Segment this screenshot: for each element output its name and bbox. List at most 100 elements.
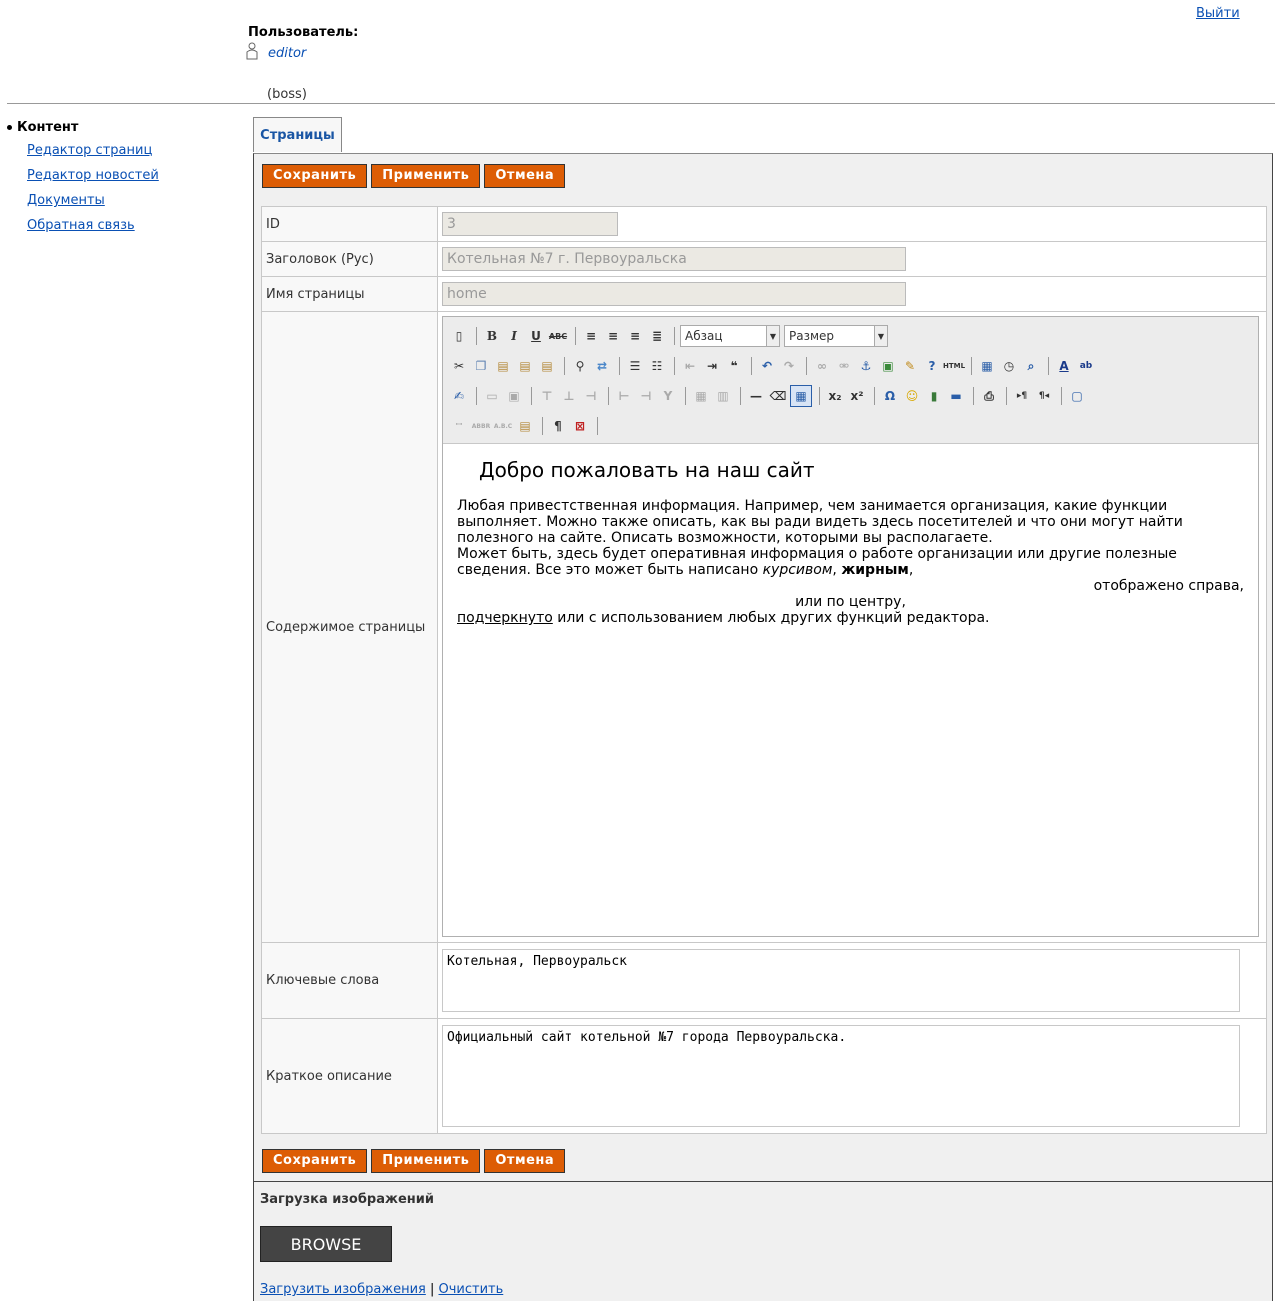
ltr-icon[interactable]: ▸¶ xyxy=(1012,386,1032,406)
underline-icon[interactable]: U xyxy=(526,326,546,346)
sidebar-item-page-editor[interactable]: Редактор страниц xyxy=(27,143,152,158)
rtl-icon[interactable]: ¶◂ xyxy=(1034,386,1054,406)
cut-icon[interactable]: ✂ xyxy=(449,356,469,376)
content-heading: Добро пожаловать на наш сайт xyxy=(479,458,815,482)
title-field[interactable]: Котельная №7 г. Первоуральска xyxy=(442,247,906,271)
logout-link[interactable]: Выйти xyxy=(1196,6,1240,21)
id-field[interactable]: 3 xyxy=(442,212,618,236)
align-left-icon[interactable]: ≡ xyxy=(581,326,601,346)
format-select-value: Абзац xyxy=(685,329,723,343)
paste-icon[interactable]: ▤ xyxy=(493,356,513,376)
page-form: ID 3 Заголовок (Рус) Котельная №7 г. Пер… xyxy=(261,206,1267,1134)
row-after-icon[interactable]: ⊥ xyxy=(559,386,579,406)
tab-pages[interactable]: Страницы xyxy=(253,117,342,152)
delete-row-icon[interactable]: ⊣ xyxy=(581,386,601,406)
html-icon[interactable]: HTML xyxy=(943,356,965,376)
acronym-icon[interactable]: A.B.C xyxy=(493,416,513,436)
size-select-value: Размер xyxy=(789,329,835,343)
undo-icon[interactable]: ↶ xyxy=(757,356,777,376)
center-aligned-text: или по центру, xyxy=(795,594,906,610)
cancel-button[interactable]: Отмена xyxy=(484,164,566,188)
keywords-label: Ключевые слова xyxy=(261,942,438,1019)
cancel-button-bottom[interactable]: Отмена xyxy=(484,1149,566,1173)
bold-icon[interactable]: B xyxy=(482,326,502,346)
attribs-icon[interactable]: ▤ xyxy=(515,416,535,436)
media-icon[interactable]: ▮ xyxy=(924,386,944,406)
text-color-icon[interactable]: A xyxy=(1054,356,1074,376)
abbr-icon[interactable]: ABBR xyxy=(471,416,491,436)
replace-icon[interactable]: ⇄ xyxy=(592,356,612,376)
col-after-icon[interactable]: ⊣ xyxy=(636,386,656,406)
subscript-icon[interactable]: x₂ xyxy=(825,386,845,406)
outdent-icon[interactable]: ⇤ xyxy=(680,356,700,376)
insert-time-icon[interactable]: ◷ xyxy=(999,356,1019,376)
image-icon[interactable]: ▣ xyxy=(878,356,898,376)
para2-comma-end: , xyxy=(908,562,914,578)
special-char-icon[interactable]: Ω xyxy=(880,386,900,406)
strikethrough-icon[interactable]: ABC xyxy=(548,326,568,346)
anchor-icon[interactable]: ⚓ xyxy=(856,356,876,376)
sidebar-item-news-editor[interactable]: Редактор новостей xyxy=(27,168,159,183)
fullscreen-icon[interactable]: ▢ xyxy=(1067,386,1087,406)
browse-button[interactable]: BROWSE xyxy=(260,1226,392,1262)
save-button-bottom[interactable]: Сохранить xyxy=(262,1149,368,1173)
preview-icon[interactable]: ⌕ xyxy=(1021,356,1041,376)
toolbar-separator xyxy=(674,327,675,345)
clear-link[interactable]: Очистить xyxy=(439,1282,504,1297)
save-button[interactable]: Сохранить xyxy=(262,164,368,188)
keywords-field[interactable]: Котельная, Первоуральск xyxy=(442,949,1240,1012)
cite-icon[interactable]: "" xyxy=(449,416,469,436)
align-right-icon[interactable]: ≡ xyxy=(625,326,645,346)
split-cells-icon[interactable]: ▦ xyxy=(691,386,711,406)
sidebar-item-feedback[interactable]: Обратная связь xyxy=(27,218,135,233)
format-select[interactable]: Абзац ▼ xyxy=(680,325,780,347)
numbered-list-icon[interactable]: ☷ xyxy=(647,356,667,376)
table-row-props-icon[interactable]: ▭ xyxy=(482,386,502,406)
redo-icon[interactable]: ↷ xyxy=(779,356,799,376)
emoticon-icon[interactable]: ☺ xyxy=(902,386,922,406)
table-icon[interactable]: ▦ xyxy=(790,385,812,407)
page-name-field[interactable]: home xyxy=(442,282,906,306)
italic-icon[interactable]: I xyxy=(504,326,524,346)
new-document-icon[interactable]: ▯ xyxy=(449,326,469,346)
delete-col-icon[interactable]: Y xyxy=(658,386,678,406)
show-blocks-icon[interactable]: ¶ xyxy=(548,416,568,436)
col-before-icon[interactable]: ⊢ xyxy=(614,386,634,406)
indent-icon[interactable]: ⇥ xyxy=(702,356,722,376)
print-icon[interactable]: ⎙ xyxy=(979,386,999,406)
apply-button[interactable]: Применить xyxy=(371,164,481,188)
paste-word-icon[interactable]: ▤ xyxy=(537,356,557,376)
bullet-list-icon[interactable]: ☰ xyxy=(625,356,645,376)
description-field[interactable]: Официальный сайт котельной №7 города Пер… xyxy=(442,1025,1240,1127)
row-before-icon[interactable]: ⊤ xyxy=(537,386,557,406)
paste-text-icon[interactable]: ▤ xyxy=(515,356,535,376)
copy-icon[interactable]: ❐ xyxy=(471,356,491,376)
background-color-icon[interactable]: ab xyxy=(1076,356,1096,376)
user-name: editor xyxy=(268,46,307,61)
align-center-icon[interactable]: ≡ xyxy=(603,326,623,346)
find-icon[interactable]: ⚲ xyxy=(570,356,590,376)
size-select[interactable]: Размер ▼ xyxy=(784,325,888,347)
upload-images-link[interactable]: Загрузить изображения xyxy=(260,1282,426,1297)
table-cell-props-icon[interactable]: ▣ xyxy=(504,386,524,406)
merge-cells-icon[interactable]: ▥ xyxy=(713,386,733,406)
upload-title: Загрузка изображений xyxy=(260,1192,434,1207)
iframe-icon[interactable]: ▬ xyxy=(946,386,966,406)
unlink-icon[interactable]: ⚮ xyxy=(834,356,854,376)
link-icon[interactable]: ∞ xyxy=(812,356,832,376)
superscript-icon[interactable]: x² xyxy=(847,386,867,406)
insert-date-icon[interactable]: ▦ xyxy=(977,356,997,376)
help-icon[interactable]: ? xyxy=(922,356,942,376)
visual-chars-icon[interactable]: ⊠ xyxy=(570,416,590,436)
align-justify-icon[interactable]: ≣ xyxy=(647,326,667,346)
sidebar-item-documents[interactable]: Документы xyxy=(27,193,105,208)
description-label: Краткое описание xyxy=(261,1018,438,1134)
edit-icon[interactable]: ✍ xyxy=(449,386,469,406)
toolbar-separator xyxy=(674,357,675,375)
eraser-icon[interactable]: ⌫ xyxy=(768,386,788,406)
cleanup-icon[interactable]: ✎ xyxy=(900,356,920,376)
apply-button-bottom[interactable]: Применить xyxy=(371,1149,481,1173)
editor-content[interactable]: Добро пожаловать на наш сайт Любая приве… xyxy=(443,444,1258,936)
horizontal-rule-icon[interactable]: — xyxy=(746,386,766,406)
blockquote-icon[interactable]: ❝ xyxy=(724,356,744,376)
